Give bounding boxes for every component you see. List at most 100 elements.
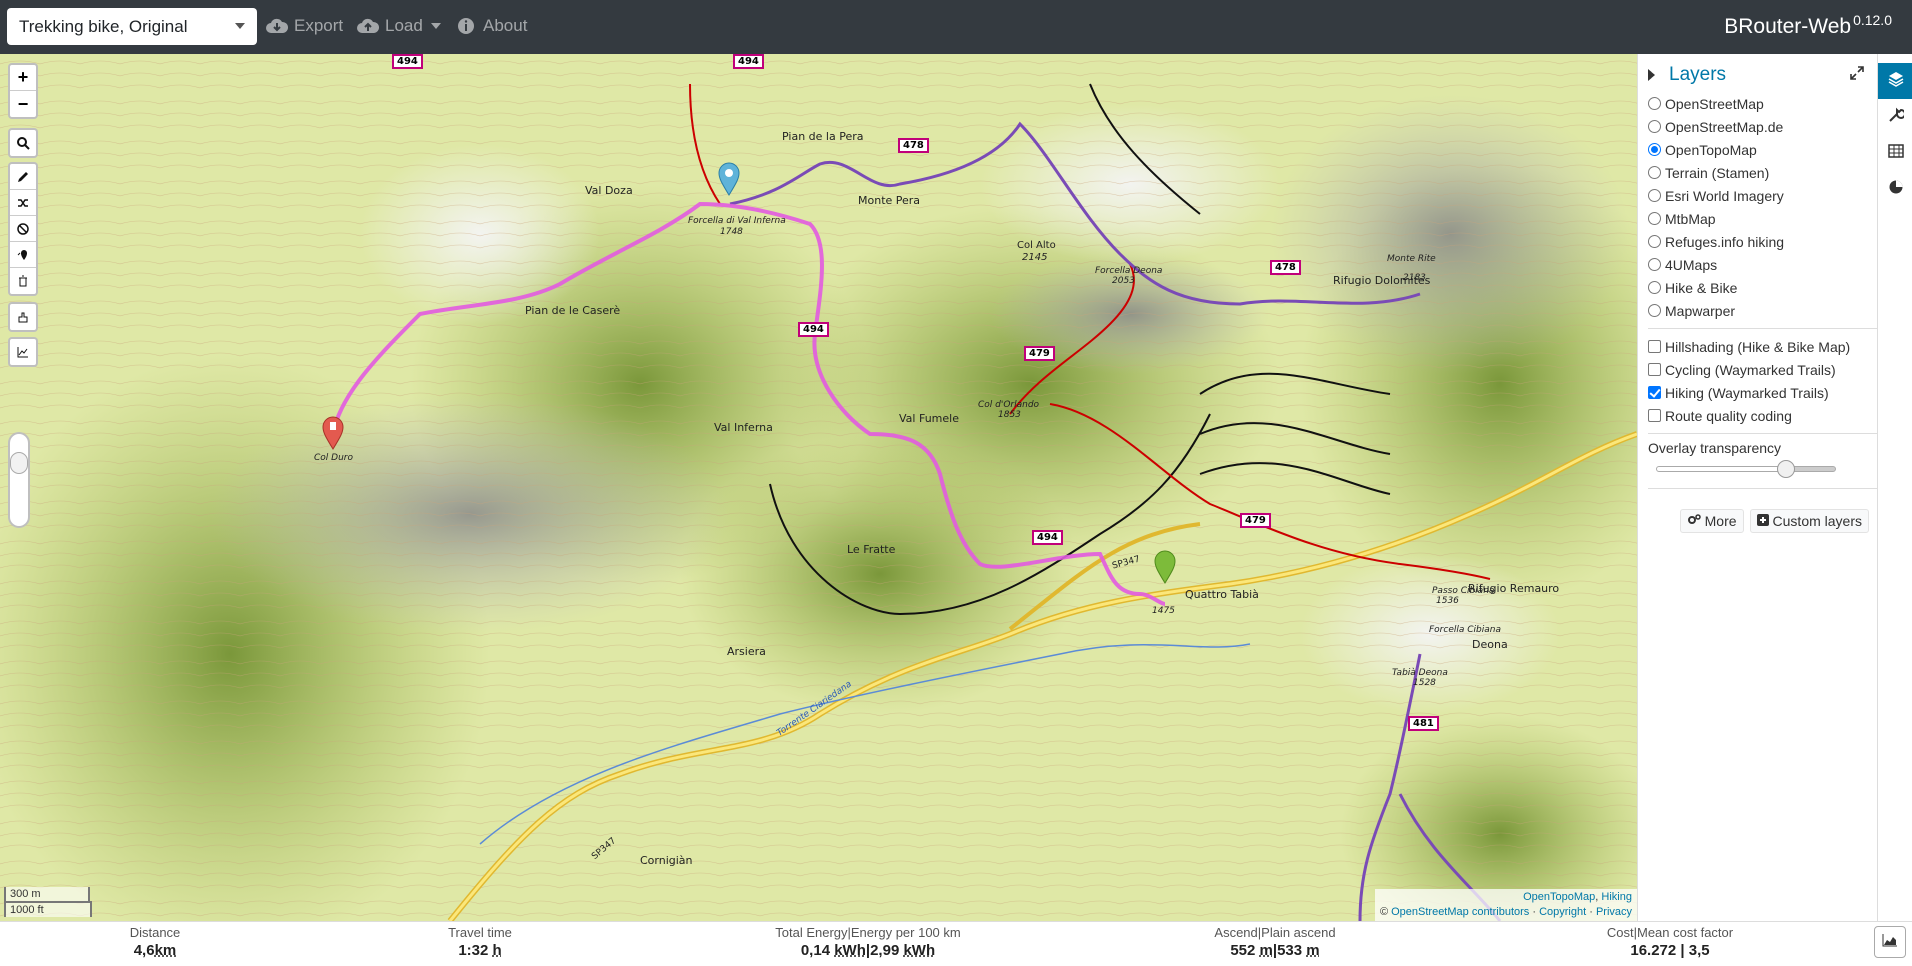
cost-label: Cost|Mean cost factor (1606, 925, 1734, 940)
base-layer-option[interactable]: Hike & Bike (1648, 276, 1877, 299)
place-label: Val Inferna (714, 421, 773, 434)
elevation-button[interactable] (10, 339, 36, 365)
delete-route-button[interactable] (10, 268, 36, 294)
search-button[interactable] (10, 130, 36, 156)
zoom-out-button[interactable]: − (10, 91, 36, 117)
checkbox[interactable] (1648, 363, 1661, 376)
reverse-route-button[interactable] (10, 190, 36, 216)
hand-pointer-button[interactable] (10, 304, 36, 330)
route-badge: 478 (1270, 260, 1301, 275)
delete-last-point-button[interactable] (10, 242, 36, 268)
place-label: 2053 (1112, 276, 1135, 286)
caret-down-icon (430, 23, 441, 29)
tab-routing-options[interactable] (1878, 99, 1912, 135)
radio-button[interactable] (1648, 166, 1661, 179)
overlay-option[interactable]: Hiking (Waymarked Trails) (1648, 381, 1877, 404)
base-layer-label: MtbMap (1665, 210, 1716, 227)
tab-layers[interactable] (1878, 63, 1912, 99)
base-layer-label: 4UMaps (1665, 256, 1718, 273)
base-layer-option[interactable]: OpenStreetMap (1648, 92, 1877, 115)
base-layer-option[interactable]: Mapwarper (1648, 299, 1877, 322)
tab-data-table[interactable] (1878, 135, 1912, 171)
place-label: Le Fratte (847, 543, 896, 556)
base-layer-label: OpenStreetMap (1665, 95, 1764, 112)
base-layer-option[interactable]: Terrain (Stamen) (1648, 161, 1877, 184)
place-label: Col Duro (314, 453, 353, 463)
overlay-option[interactable]: Cycling (Waymarked Trails) (1648, 358, 1877, 381)
zoom-control: + − (8, 63, 38, 119)
area-chart-icon (1882, 933, 1898, 952)
more-layers-button[interactable]: More (1679, 509, 1744, 533)
time-label: Travel time (448, 925, 512, 940)
toggle-elevation-button[interactable] (1874, 926, 1906, 958)
zoom-in-button[interactable]: + (10, 65, 36, 91)
copyright-link[interactable]: Copyright (1539, 906, 1586, 918)
base-layer-option[interactable]: Refuges.info hiking (1648, 230, 1877, 253)
attribution-link[interactable]: Hiking (1601, 891, 1632, 903)
base-layer-option[interactable]: Esri World Imagery (1648, 184, 1877, 207)
search-control (8, 128, 38, 158)
place-label: Val Doza (585, 184, 633, 197)
slider-thumb[interactable] (1776, 460, 1795, 478)
checkbox[interactable] (1648, 386, 1661, 399)
about-button[interactable]: About (455, 15, 527, 37)
overlay-option[interactable]: Hillshading (Hike & Bike Map) (1648, 335, 1877, 358)
via-marker[interactable] (322, 416, 344, 450)
privacy-link[interactable]: Privacy (1596, 906, 1632, 918)
undo-marker-icon (17, 249, 29, 261)
attribution-link[interactable]: OpenStreetMap contributors (1391, 906, 1529, 918)
map-canvas[interactable]: 494 494 478 478 479 479 494 494 481 Val … (0, 54, 1637, 921)
radio-button[interactable] (1648, 258, 1661, 271)
place-label: Col Alto (1017, 240, 1056, 251)
export-label: Export (294, 16, 344, 35)
slider-track[interactable] (1656, 466, 1836, 472)
draw-route-button[interactable] (10, 164, 36, 190)
checkbox[interactable] (1648, 409, 1661, 422)
app-brand: BRouter-Web 0.12.0 (1724, 12, 1892, 39)
radio-button[interactable] (1648, 235, 1661, 248)
export-button[interactable]: Export (266, 15, 343, 37)
route-badge: 479 (1024, 346, 1055, 361)
base-layer-list: OpenStreetMap OpenStreetMap.de OpenTopoMap… (1648, 92, 1877, 322)
end-marker[interactable] (1154, 550, 1176, 584)
base-layer-option[interactable]: OpenTopoMap (1648, 138, 1877, 161)
load-label: Load (385, 16, 423, 35)
no-go-area-button[interactable] (10, 216, 36, 242)
ascend-unit: m (1259, 942, 1273, 959)
base-layer-label: OpenStreetMap.de (1665, 118, 1784, 135)
sidebar-title: Layers (1669, 64, 1727, 85)
distance-label: Distance (129, 925, 181, 940)
base-layer-label: Esri World Imagery (1665, 187, 1784, 204)
plus-square-icon (1756, 513, 1769, 529)
radio-button[interactable] (1648, 143, 1661, 156)
opacity-slider-knob[interactable] (10, 452, 28, 474)
route-badge: 481 (1408, 716, 1439, 731)
route-badge: 478 (898, 138, 929, 153)
start-marker[interactable] (718, 162, 740, 196)
radio-button[interactable] (1648, 189, 1661, 202)
base-layer-option[interactable]: OpenStreetMap.de (1648, 115, 1877, 138)
radio-button[interactable] (1648, 212, 1661, 225)
base-layer-option[interactable]: MtbMap (1648, 207, 1877, 230)
tab-analysis[interactable] (1878, 171, 1912, 207)
place-label: 1853 (998, 410, 1021, 420)
radio-button[interactable] (1648, 120, 1661, 133)
opacity-slider[interactable] (8, 432, 30, 528)
stat-energy: Total Energy|Energy per 100 km 0,14 kWh|… (752, 922, 984, 960)
overlay-option[interactable]: Route quality coding (1648, 404, 1877, 427)
place-label: Monte Pera (858, 194, 921, 207)
radio-button[interactable] (1648, 281, 1661, 294)
load-button[interactable]: Load (357, 15, 441, 37)
collapse-caret-icon[interactable] (1648, 69, 1655, 81)
checkbox[interactable] (1648, 340, 1661, 353)
base-layer-option[interactable]: 4UMaps (1648, 253, 1877, 276)
expand-icon[interactable] (1849, 65, 1865, 86)
attribution-link[interactable]: OpenTopoMap (1523, 891, 1595, 903)
radio-button[interactable] (1648, 304, 1661, 317)
custom-layers-button[interactable]: Custom layers (1749, 509, 1869, 533)
overlay-transparency-slider[interactable] (1656, 460, 1836, 478)
profile-select[interactable]: Trekking bike, Original (7, 8, 257, 45)
trash-icon (17, 275, 29, 287)
ascend-value: 552 (1230, 942, 1256, 959)
radio-button[interactable] (1648, 97, 1661, 110)
